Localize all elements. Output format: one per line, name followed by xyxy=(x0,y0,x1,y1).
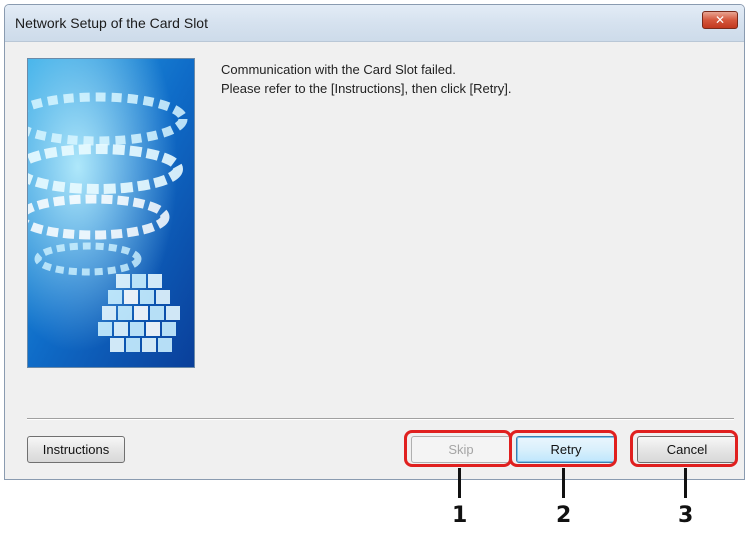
skip-highlight xyxy=(404,430,512,467)
close-icon: ✕ xyxy=(714,13,726,27)
message-line-1: Communication with the Card Slot failed. xyxy=(221,62,456,77)
button-separator xyxy=(27,418,734,420)
callout-line-2 xyxy=(562,468,565,498)
close-button[interactable]: ✕ xyxy=(702,11,738,29)
callout-number-1: 1 xyxy=(452,503,468,528)
error-message: Communication with the Card Slot failed.… xyxy=(221,60,511,98)
spiral-cubes-image xyxy=(28,59,194,367)
message-line-2: Please refer to the [Instructions], then… xyxy=(221,81,512,96)
dialog-client-area: Communication with the Card Slot failed.… xyxy=(5,42,744,479)
instructions-button[interactable]: Instructions xyxy=(27,436,125,463)
callout-number-3: 3 xyxy=(678,503,694,528)
dialog-window: Network Setup of the Card Slot ✕ Communi… xyxy=(4,4,745,480)
callout-line-3 xyxy=(684,468,687,498)
side-illustration xyxy=(27,58,195,368)
callout-line-1 xyxy=(458,468,461,498)
callout-number-2: 2 xyxy=(556,503,572,528)
retry-highlight xyxy=(509,430,617,467)
window-title: Network Setup of the Card Slot xyxy=(15,15,208,31)
cancel-highlight xyxy=(630,430,738,467)
title-bar[interactable]: Network Setup of the Card Slot ✕ xyxy=(5,5,744,42)
